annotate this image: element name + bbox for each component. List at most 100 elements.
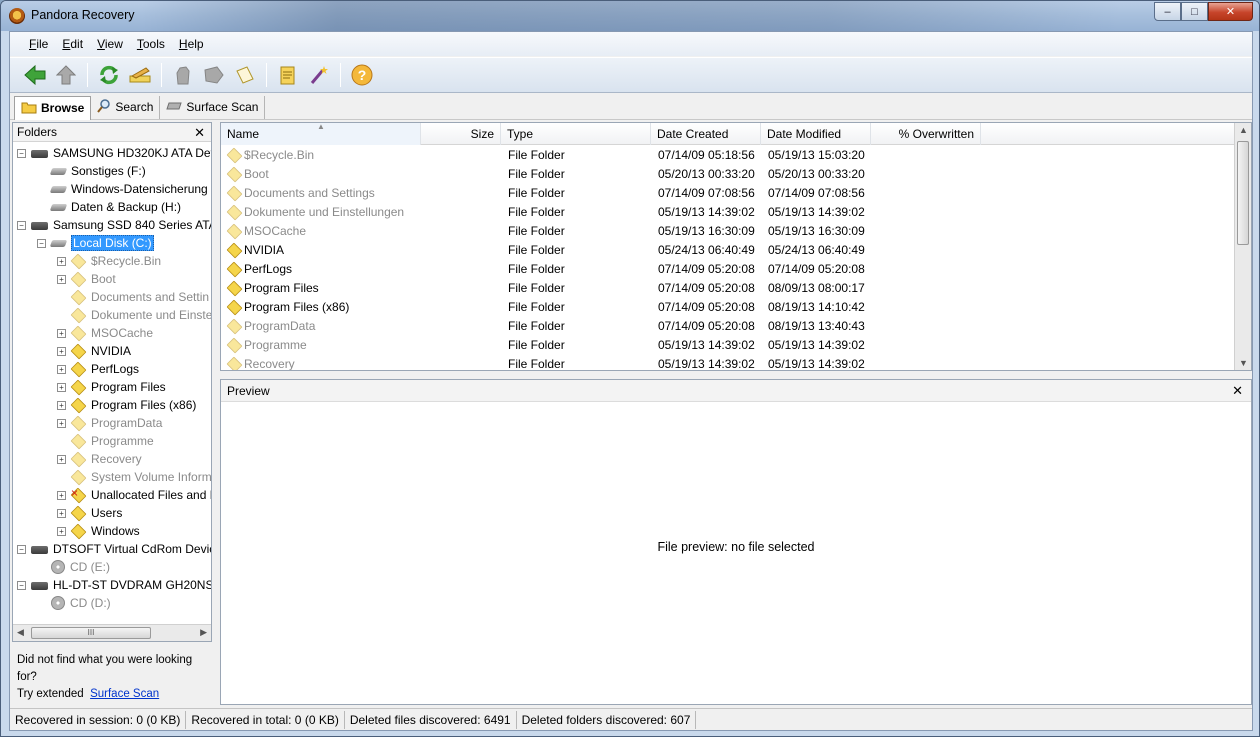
title-bar[interactable]: Pandora Recovery – □ ✕ <box>1 1 1259 31</box>
drive-icon <box>49 167 68 175</box>
tree-item[interactable]: System Volume Inform <box>57 468 211 486</box>
tab-search[interactable]: Search <box>91 95 161 119</box>
menu-view[interactable]: View <box>90 34 130 54</box>
folder-icon <box>70 397 87 413</box>
tree-item[interactable]: + Program Files (x86) <box>57 396 196 414</box>
table-row[interactable]: Program Files File Folder 07/14/09 05:20:0… <box>221 279 1235 298</box>
scroll-thumb[interactable] <box>1237 141 1249 245</box>
tree-item[interactable]: − Local Disk (C:) <box>37 234 154 252</box>
tree-item[interactable]: + MSOCache <box>57 324 153 342</box>
column-name[interactable]: ▲ Name <box>221 123 421 145</box>
close-button[interactable]: ✕ <box>1208 2 1253 21</box>
column-date-modified[interactable]: Date Modified <box>761 123 871 145</box>
collapse-icon[interactable]: − <box>37 238 46 248</box>
tree-item[interactable]: Documents and Settin <box>57 288 209 306</box>
menu-file[interactable]: File <box>22 34 55 54</box>
table-row[interactable]: Dokumente und Einstellungen File Folder 05… <box>221 203 1235 222</box>
expand-icon[interactable]: + <box>57 418 66 428</box>
up-arrow-icon[interactable] <box>53 62 79 88</box>
table-row[interactable]: $Recycle.Bin File Folder 07/14/09 05:18:56… <box>221 146 1235 165</box>
tree-item[interactable]: − HL-DT-ST DVDRAM GH20NS1 <box>17 576 211 594</box>
collapse-icon[interactable]: − <box>17 544 26 554</box>
maximize-button[interactable]: □ <box>1181 2 1208 21</box>
table-row[interactable]: Documents and Settings File Folder 07/14/0… <box>221 184 1235 203</box>
table-row[interactable]: PerfLogs File Folder 07/14/09 05:20:08 07/1… <box>221 260 1235 279</box>
wand-icon[interactable] <box>306 62 332 88</box>
scroll-right-icon[interactable]: ▶ <box>200 627 207 638</box>
tree-item[interactable]: + Program Files <box>57 378 166 396</box>
tree-item[interactable]: Daten & Backup (H:) <box>37 198 181 216</box>
column-type[interactable]: Type <box>501 123 651 145</box>
close-icon[interactable]: ✕ <box>1232 380 1243 402</box>
tab-surface-scan[interactable]: Surface Scan <box>160 95 266 119</box>
collapse-icon[interactable]: − <box>17 148 26 158</box>
page-icon[interactable] <box>232 62 258 88</box>
scroll-left-icon[interactable]: ◀ <box>17 627 24 638</box>
menu-help[interactable]: Help <box>172 34 211 54</box>
expand-icon[interactable]: + <box>57 490 66 500</box>
expand-icon[interactable]: + <box>57 400 66 410</box>
tree-item[interactable]: CD (D:) <box>37 594 111 612</box>
back-arrow-icon[interactable] <box>22 62 48 88</box>
cd-drive-icon <box>51 560 65 574</box>
tree-item[interactable]: + Users <box>57 504 122 522</box>
tree-item[interactable]: + NVIDIA <box>57 342 131 360</box>
table-row[interactable]: MSOCache File Folder 05/19/13 16:30:09 05/1… <box>221 222 1235 241</box>
expand-icon[interactable]: + <box>57 508 66 518</box>
table-row[interactable]: Boot File Folder 05/20/13 00:33:20 05/20/13… <box>221 165 1235 184</box>
table-row[interactable]: Programme File Folder 05/19/13 14:39:02 05/… <box>221 336 1235 355</box>
tab-browse[interactable]: Browse <box>14 95 92 120</box>
tree-item[interactable]: Sonstiges (F:) <box>37 162 146 180</box>
expand-icon[interactable]: + <box>57 256 66 266</box>
column-date-created[interactable]: Date Created <box>651 123 761 145</box>
cell-created: 05/19/13 14:39:02 <box>658 205 755 219</box>
tree-item-label: Dokumente und Einste <box>91 308 211 322</box>
collapse-icon[interactable]: − <box>17 220 26 230</box>
tree-item[interactable]: − Samsung SSD 840 Series ATA I <box>17 216 211 234</box>
column-overwritten[interactable]: % Overwritten <box>871 123 981 145</box>
expand-icon[interactable]: + <box>57 454 66 464</box>
expand-icon[interactable]: + <box>57 364 66 374</box>
minimize-button[interactable]: – <box>1154 2 1181 21</box>
expand-icon[interactable]: + <box>57 346 66 356</box>
notes-icon[interactable] <box>275 62 301 88</box>
collapse-icon[interactable]: − <box>17 580 26 590</box>
expand-icon[interactable]: + <box>57 382 66 392</box>
column-size[interactable]: Size <box>421 123 501 145</box>
tree-item[interactable]: + $Recycle.Bin <box>57 252 161 270</box>
tree-item[interactable]: − SAMSUNG HD320KJ ATA Devi <box>17 144 211 162</box>
tree-item[interactable]: + ProgramData <box>57 414 162 432</box>
tree-item[interactable]: − DTSOFT Virtual CdRom Devic <box>17 540 211 558</box>
expand-icon[interactable]: + <box>57 526 66 536</box>
scroll-down-icon[interactable]: ▼ <box>1239 358 1248 368</box>
menu-edit[interactable]: Edit <box>55 34 90 54</box>
tree-item[interactable]: + Windows <box>57 522 140 540</box>
expand-icon[interactable]: + <box>57 274 66 284</box>
tree-item[interactable]: + Unallocated Files and F <box>57 486 211 504</box>
table-row[interactable]: NVIDIA File Folder 05/24/13 06:40:49 05/24/… <box>221 241 1235 260</box>
horizontal-scrollbar[interactable]: ◀ III ▶ <box>13 624 211 641</box>
table-row[interactable]: ProgramData File Folder 07/14/09 05:20:08 0… <box>221 317 1235 336</box>
tree-item[interactable]: + PerfLogs <box>57 360 139 378</box>
vertical-scrollbar[interactable]: ▲ ▼ <box>1234 123 1251 370</box>
tree-item[interactable]: + Recovery <box>57 450 142 468</box>
tree-item[interactable]: Dokumente und Einste <box>57 306 211 324</box>
tree-item[interactable]: Windows-Datensicherung <box>37 180 208 198</box>
scroll-up-icon[interactable]: ▲ <box>1239 125 1248 135</box>
hand-icon[interactable] <box>170 62 196 88</box>
edit-icon[interactable] <box>127 62 153 88</box>
menu-tools[interactable]: Tools <box>130 34 172 54</box>
help-icon[interactable]: ? <box>349 62 375 88</box>
table-row[interactable]: Program Files (x86) File Folder 07/14/09 0… <box>221 298 1235 317</box>
drive-icon <box>49 239 68 247</box>
refresh-icon[interactable] <box>96 62 122 88</box>
close-icon[interactable]: ✕ <box>194 123 205 142</box>
scroll-thumb[interactable]: III <box>31 627 151 639</box>
table-row[interactable]: Recovery File Folder 05/19/13 14:39:02 05/1… <box>221 355 1235 370</box>
tree-item[interactable]: Programme <box>57 432 154 450</box>
tree-item[interactable]: + Boot <box>57 270 116 288</box>
tree-item[interactable]: CD (E:) <box>37 558 110 576</box>
arrow-shape-icon[interactable] <box>201 62 227 88</box>
expand-icon[interactable]: + <box>57 328 66 338</box>
surface-scan-link[interactable]: Surface Scan <box>90 688 159 700</box>
